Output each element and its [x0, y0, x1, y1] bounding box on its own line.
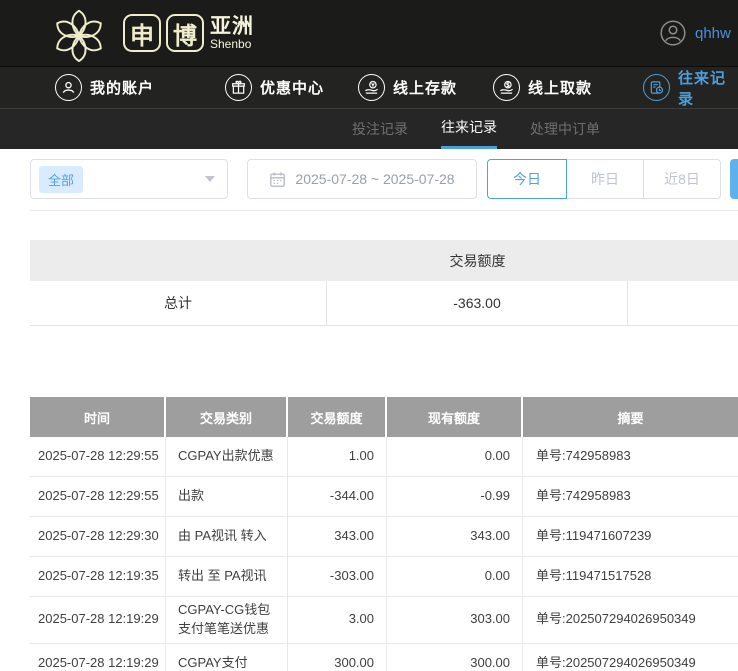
cell-amount: -303.00: [288, 557, 387, 596]
nav-item-my-account[interactable]: 我的账户: [55, 67, 154, 108]
cell-time: 2025-07-28 12:19:29: [30, 644, 166, 671]
cell-type: CGPAY支付: [166, 644, 288, 671]
cell-memo: 单号:119471517528: [523, 557, 738, 596]
cell-time: 2025-07-28 12:29:55: [30, 477, 166, 516]
tab-transaction-records[interactable]: 往来记录: [441, 109, 497, 149]
last-8-days-button[interactable]: 近8日: [643, 159, 721, 199]
cell-time: 2025-07-28 12:19:29: [30, 597, 166, 643]
cell-balance: -0.99: [387, 477, 523, 516]
table-row: 2025-07-28 12:19:35 转出 至 PA视讯 -303.00 0.…: [30, 557, 738, 597]
cell-type: CGPAY-CG钱包支付笔笔送优惠: [166, 597, 288, 643]
yesterday-button[interactable]: 昨日: [566, 159, 644, 199]
flower-logo-icon: [50, 4, 108, 62]
cell-amount: 1.00: [288, 437, 387, 476]
cell-time: 2025-07-28 12:29:30: [30, 517, 166, 556]
summary-header-row: 交易额度: [30, 240, 738, 281]
filter-bar: 全部 2025-07-28 ~ 2025-07-28 今日 昨日 近8日: [0, 149, 738, 210]
cell-type: CGPAY出款优惠: [166, 437, 288, 476]
cell-balance: 300.00: [387, 644, 523, 671]
chevron-down-icon: [205, 176, 215, 182]
cell-balance: 0.00: [387, 437, 523, 476]
transaction-records-page: 申 博 亚洲 Shenbo qhhw 我的账户: [0, 0, 738, 671]
brand-char-bo: 博: [166, 14, 204, 52]
table-row: 2025-07-28 12:29:55 CGPAY出款优惠 1.00 0.00 …: [30, 437, 738, 477]
search-button-partial[interactable]: [730, 159, 738, 199]
category-select[interactable]: 全部: [30, 159, 228, 199]
summary-total-empty: [628, 281, 738, 325]
table-row: 2025-07-28 12:29:55 出款 -344.00 -0.99 单号:…: [30, 477, 738, 517]
transactions-table: 时间 交易类别 交易额度 现有额度 摘要 2025-07-28 12:29:55…: [30, 397, 738, 671]
summary-header-amount: 交易额度: [327, 251, 628, 271]
cell-memo: 单号:202507294026950349: [523, 644, 738, 671]
nav-item-promotions[interactable]: 优惠中心: [225, 67, 324, 108]
transactions-header-row: 时间 交易类别 交易额度 现有额度 摘要: [30, 397, 738, 437]
records-icon: [643, 74, 670, 101]
col-header-time: 时间: [30, 397, 166, 437]
brand-region-label: 亚洲: [210, 16, 254, 38]
cell-balance: 303.00: [387, 597, 523, 643]
record-tabs: 投注记录 往来记录 处理中订单: [0, 109, 738, 149]
cell-memo: 单号:742958983: [523, 477, 738, 516]
username-text[interactable]: qhhw: [695, 25, 731, 42]
cell-amount: -344.00: [288, 477, 387, 516]
cell-time: 2025-07-28 12:19:35: [30, 557, 166, 596]
tab-pending-orders[interactable]: 处理中订单: [530, 109, 600, 149]
table-row: 2025-07-28 12:19:29 CGPAY支付 300.00 300.0…: [30, 644, 738, 671]
brand-logo[interactable]: 申 博 亚洲 Shenbo: [50, 4, 254, 62]
cell-type: 由 PA视讯 转入: [166, 517, 288, 556]
table-row: 2025-07-28 12:19:29 CGPAY-CG钱包支付笔笔送优惠 3.…: [30, 597, 738, 644]
quick-date-buttons: 今日 昨日 近8日: [487, 159, 721, 199]
category-selected-tag[interactable]: 全部: [39, 166, 83, 193]
cell-time: 2025-07-28 12:29:55: [30, 437, 166, 476]
col-header-memo: 摘要: [523, 397, 738, 437]
nav-item-transaction-records[interactable]: 往来记录: [643, 67, 738, 108]
cell-amount: 300.00: [288, 644, 387, 671]
date-range-picker[interactable]: 2025-07-28 ~ 2025-07-28: [247, 159, 477, 199]
cell-type: 出款: [166, 477, 288, 516]
today-button[interactable]: 今日: [487, 159, 567, 199]
section-divider: [30, 210, 738, 211]
cell-balance: 343.00: [387, 517, 523, 556]
top-header: 申 博 亚洲 Shenbo qhhw: [0, 0, 738, 66]
cell-memo: 单号:742958983: [523, 437, 738, 476]
cell-type: 转出 至 PA视讯: [166, 557, 288, 596]
user-avatar-icon: [660, 20, 686, 46]
main-navigation: 我的账户 优惠中心 线上存款: [0, 66, 738, 109]
summary-table: 交易额度 总计 -363.00: [30, 240, 738, 326]
cell-balance: 0.00: [387, 557, 523, 596]
summary-total-label: 总计: [30, 281, 327, 325]
nav-item-withdraw[interactable]: 线上取款: [493, 67, 592, 108]
cell-amount: 3.00: [288, 597, 387, 643]
tab-betting-records[interactable]: 投注记录: [352, 109, 408, 149]
deposit-icon: [358, 74, 385, 101]
calendar-icon: [269, 171, 286, 188]
brand-char-shen: 申: [123, 14, 161, 52]
col-header-type: 交易类别: [166, 397, 288, 437]
user-account-area[interactable]: qhhw: [660, 20, 731, 46]
brand-en-label: Shenbo: [210, 38, 254, 51]
summary-total-row: 总计 -363.00: [30, 281, 738, 326]
account-icon: [55, 74, 82, 101]
cell-memo: 单号:119471607239: [523, 517, 738, 556]
cell-memo: 单号:202507294026950349: [523, 597, 738, 643]
summary-total-value: -363.00: [327, 281, 628, 325]
withdraw-icon: [493, 74, 520, 101]
nav-item-deposit[interactable]: 线上存款: [358, 67, 457, 108]
gift-icon: [225, 74, 252, 101]
table-row: 2025-07-28 12:29:30 由 PA视讯 转入 343.00 343…: [30, 517, 738, 557]
cell-amount: 343.00: [288, 517, 387, 556]
col-header-balance: 现有额度: [387, 397, 523, 437]
date-range-value: 2025-07-28 ~ 2025-07-28: [295, 171, 454, 187]
col-header-amount: 交易额度: [288, 397, 387, 437]
